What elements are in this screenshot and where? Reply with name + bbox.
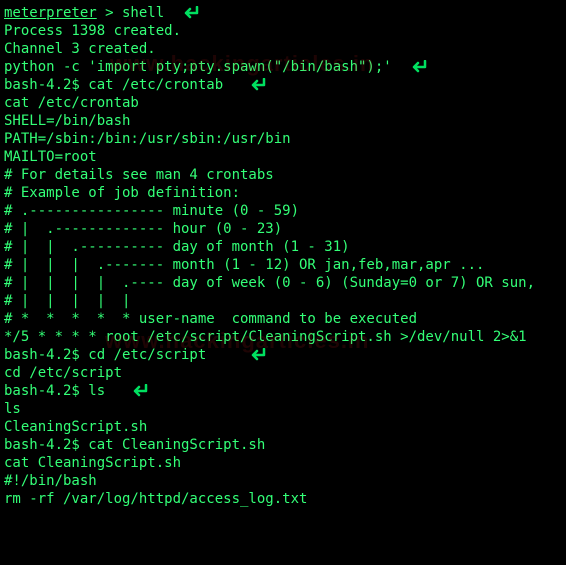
terminal-line: bash-4.2$ cd /etc/script — [4, 346, 562, 364]
terminal-text: Process 1398 created. — [4, 23, 181, 39]
enter-arrow-icon — [181, 4, 199, 22]
terminal-text: python -c 'import pty;pty.spawn("/bin/ba… — [4, 59, 392, 75]
terminal-text: #!/bin/bash — [4, 473, 97, 489]
terminal-line: Process 1398 created. — [4, 22, 562, 40]
terminal-line: # For details see man 4 crontabs — [4, 166, 562, 184]
terminal-text: # | | | | .---- day of week (0 - 6) (Sun… — [4, 275, 535, 291]
terminal-line: meterpreter > shell — [4, 4, 562, 22]
terminal-output: meterpreter > shell Process 1398 created… — [4, 4, 562, 508]
terminal-line: SHELL=/bin/bash — [4, 112, 562, 130]
terminal-line: CleaningScript.sh — [4, 418, 562, 436]
terminal-line: python -c 'import pty;pty.spawn("/bin/ba… — [4, 58, 562, 76]
terminal-line: # | | .---------- day of month (1 - 31) — [4, 238, 562, 256]
terminal-text: # | | | .------- month (1 - 12) OR jan,f… — [4, 257, 484, 273]
terminal-line: MAILTO=root — [4, 148, 562, 166]
terminal-text: bash-4.2$ cat CleaningScript.sh — [4, 437, 265, 453]
terminal-text: # Example of job definition: — [4, 185, 240, 201]
terminal-text: PATH=/sbin:/bin:/usr/sbin:/usr/bin — [4, 131, 291, 147]
terminal-text: rm -rf /var/log/httpd/access_log.txt — [4, 491, 307, 507]
terminal-line: cd /etc/script — [4, 364, 562, 382]
terminal-text: cat /etc/crontab — [4, 95, 139, 111]
terminal-line: # | .------------- hour (0 - 23) — [4, 220, 562, 238]
terminal-text: ls — [4, 401, 21, 417]
terminal-line: cat CleaningScript.sh — [4, 454, 562, 472]
terminal-text: # For details see man 4 crontabs — [4, 167, 274, 183]
terminal-text: cat CleaningScript.sh — [4, 455, 181, 471]
enter-arrow-icon — [130, 382, 148, 400]
terminal-text: SHELL=/bin/bash — [4, 113, 130, 129]
terminal-text: # | | .---------- day of month (1 - 31) — [4, 239, 350, 255]
terminal-line: #!/bin/bash — [4, 472, 562, 490]
terminal-line: bash-4.2$ cat CleaningScript.sh — [4, 436, 562, 454]
terminal-text: Channel 3 created. — [4, 41, 156, 57]
terminal-text: meterpreter — [4, 5, 97, 21]
terminal-text: cd /etc/script — [4, 365, 122, 381]
terminal-text: bash-4.2$ cat /etc/crontab — [4, 77, 223, 93]
terminal-line: # | | | .------- month (1 - 12) OR jan,f… — [4, 256, 562, 274]
terminal-text: */5 * * * * root /etc/script/CleaningScr… — [4, 329, 527, 345]
terminal-text: MAILTO=root — [4, 149, 97, 165]
terminal-line: # | | | | .---- day of week (0 - 6) (Sun… — [4, 274, 562, 292]
enter-arrow-icon — [248, 346, 266, 364]
terminal-line: Channel 3 created. — [4, 40, 562, 58]
enter-arrow-icon — [409, 58, 427, 76]
terminal-line: bash-4.2$ ls — [4, 382, 562, 400]
terminal-text: # * * * * * user-name command to be exec… — [4, 311, 417, 327]
terminal-line: */5 * * * * root /etc/script/CleaningScr… — [4, 328, 562, 346]
terminal-text: > shell — [97, 5, 164, 21]
terminal-text: # | | | | | — [4, 293, 130, 309]
terminal-line: # Example of job definition: — [4, 184, 562, 202]
enter-arrow-icon — [248, 76, 266, 94]
terminal-text: bash-4.2$ cd /etc/script — [4, 347, 206, 363]
terminal-line: PATH=/sbin:/bin:/usr/sbin:/usr/bin — [4, 130, 562, 148]
terminal-line: # | | | | | — [4, 292, 562, 310]
terminal-line: # .---------------- minute (0 - 59) — [4, 202, 562, 220]
terminal-line: rm -rf /var/log/httpd/access_log.txt — [4, 490, 562, 508]
terminal-line: ls — [4, 400, 562, 418]
terminal-text: bash-4.2$ ls — [4, 383, 105, 399]
terminal-line: # * * * * * user-name command to be exec… — [4, 310, 562, 328]
terminal-line: cat /etc/crontab — [4, 94, 562, 112]
terminal-text: CleaningScript.sh — [4, 419, 147, 435]
terminal-text: # .---------------- minute (0 - 59) — [4, 203, 299, 219]
terminal-line: bash-4.2$ cat /etc/crontab — [4, 76, 562, 94]
terminal-text: # | .------------- hour (0 - 23) — [4, 221, 282, 237]
